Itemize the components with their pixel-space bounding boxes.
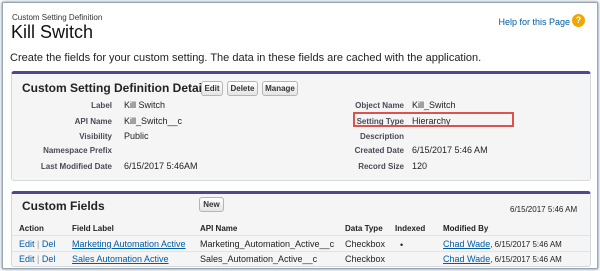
row-divider bbox=[12, 251, 590, 252]
custom-fields-title: Custom Fields bbox=[22, 199, 105, 213]
created-date-label: Created Date bbox=[354, 146, 404, 155]
data-type-cell: Checkbox bbox=[345, 239, 386, 249]
data-type-cell: Checkbox bbox=[345, 254, 386, 264]
breadcrumb: Custom Setting Definition bbox=[12, 13, 103, 22]
modified-by-date: , 6/15/2017 5:46 AM bbox=[490, 240, 562, 249]
header-divider bbox=[12, 235, 590, 236]
page-frame: Custom Setting Definition Kill Switch He… bbox=[2, 2, 598, 269]
object-name-value: Kill_Switch bbox=[412, 100, 456, 110]
created-date-value: 6/15/2017 5:46 AM bbox=[412, 145, 488, 155]
edit-link[interactable]: Edit bbox=[19, 254, 35, 264]
setting-type-highlight bbox=[353, 112, 514, 127]
col-api-name: API Name bbox=[200, 224, 238, 233]
modified-by-date: , 6/15/2017 5:46 AM bbox=[490, 255, 562, 264]
label-field-label: Label bbox=[91, 101, 112, 110]
field-label-link[interactable]: Sales Automation Active bbox=[72, 254, 169, 264]
api-name-cell: Sales_Automation_Active__c bbox=[200, 254, 318, 264]
label-field-value: Kill Switch bbox=[124, 100, 166, 110]
help-link[interactable]: Help for this Page bbox=[498, 17, 570, 27]
api-name-cell: Marketing_Automation_Active__c bbox=[200, 239, 335, 249]
modified-by-user-link[interactable]: Chad Wade bbox=[443, 239, 490, 249]
api-name-label: API Name bbox=[74, 117, 112, 126]
col-action: Action bbox=[19, 224, 44, 233]
table-row: Edit | Del bbox=[19, 254, 55, 264]
col-indexed: Indexed bbox=[395, 224, 426, 233]
last-modified-date-label: Last Modified Date bbox=[40, 162, 112, 171]
record-size-value: 120 bbox=[412, 161, 428, 171]
del-link[interactable]: Del bbox=[42, 254, 56, 264]
detail-panel-title: Custom Setting Definition Detail bbox=[22, 81, 206, 95]
namespace-prefix-label: Namespace Prefix bbox=[43, 146, 112, 155]
custom-fields-timestamp: 6/15/2017 5:46 AM bbox=[510, 205, 578, 214]
custom-fields-panel: Custom Fields New 6/15/2017 5:46 AM Acti… bbox=[11, 191, 591, 267]
visibility-value: Public bbox=[124, 131, 149, 141]
manage-button[interactable]: Manage bbox=[262, 81, 298, 96]
new-field-button[interactable]: New bbox=[199, 197, 224, 212]
visibility-label: Visibility bbox=[79, 132, 112, 141]
modified-by-cell: Chad Wade, 6/15/2017 5:46 AM bbox=[443, 254, 562, 264]
field-label-link[interactable]: Marketing Automation Active bbox=[72, 239, 186, 249]
col-data-type: Data Type bbox=[345, 224, 383, 233]
object-name-label: Object Name bbox=[355, 101, 404, 110]
modified-by-user-link[interactable]: Chad Wade bbox=[443, 254, 490, 264]
indexed-cell: • bbox=[400, 240, 404, 250]
col-modified-by: Modified By bbox=[443, 224, 489, 233]
description-label: Description bbox=[359, 132, 404, 141]
action-separator: | bbox=[37, 239, 40, 249]
delete-button[interactable]: Delete bbox=[227, 81, 258, 96]
intro-text: Create the fields for your custom settin… bbox=[10, 52, 482, 64]
page-title: Kill Switch bbox=[11, 22, 94, 42]
edit-link[interactable]: Edit bbox=[19, 239, 35, 249]
del-link[interactable]: Del bbox=[42, 239, 56, 249]
table-row: Edit | Del bbox=[19, 239, 55, 249]
col-field-label: Field Label bbox=[72, 224, 114, 233]
action-separator: | bbox=[37, 254, 40, 264]
detail-panel: Custom Setting Definition Detail Edit De… bbox=[11, 71, 591, 181]
last-modified-date-value: 6/15/2017 5:46AM bbox=[124, 161, 198, 171]
modified-by-cell: Chad Wade, 6/15/2017 5:46 AM bbox=[443, 239, 562, 249]
edit-button[interactable]: Edit bbox=[201, 81, 223, 96]
record-size-label: Record Size bbox=[358, 162, 404, 171]
question-icon[interactable]: ? bbox=[572, 14, 585, 27]
api-name-value: Kill_Switch__c bbox=[124, 116, 183, 126]
